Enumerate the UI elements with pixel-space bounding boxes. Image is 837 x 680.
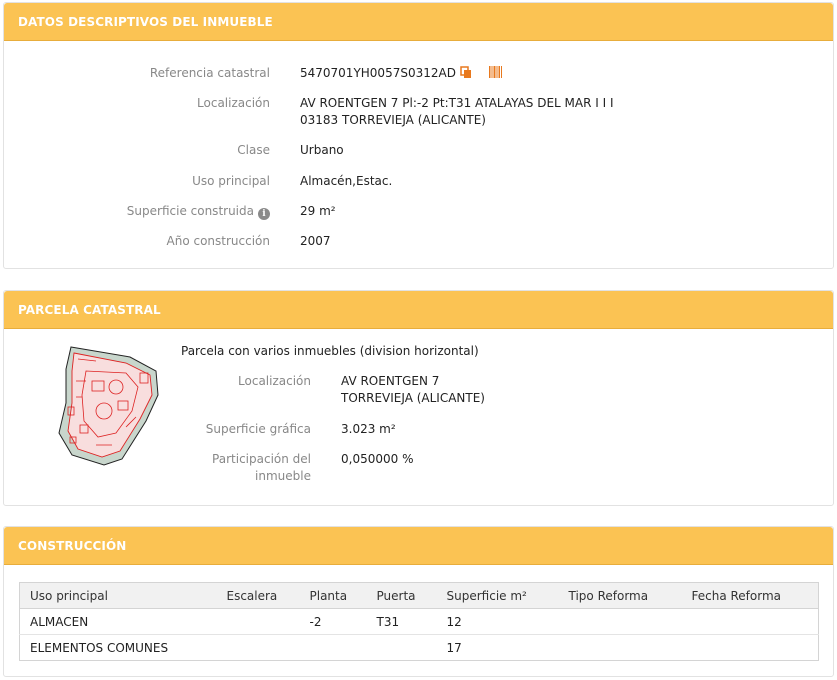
anio-construccion-value: 2007 [300, 234, 331, 248]
parcela-localizacion-label: Localización [238, 374, 311, 388]
datos-descriptivos-panel: DATOS DESCRIPTIVOS DEL INMUEBLE Referenc… [3, 2, 834, 269]
cell-tipo-reforma [559, 635, 682, 661]
construccion-header: CONSTRUCCIÓN [4, 527, 833, 565]
superficie-construida-value: 29 m² [300, 204, 336, 218]
superficie-grafica-label: Superficie gráfica [205, 422, 311, 436]
cell-tipo-reforma [558, 608, 682, 635]
construccion-panel: CONSTRUCCIÓN Uso principal Escalera Plan… [3, 526, 834, 677]
col-planta[interactable]: Planta [299, 582, 367, 609]
clase-value: Urbano [300, 143, 344, 157]
col-superficie[interactable]: Superficie m² [436, 582, 559, 609]
localizacion-line2: 03183 TORREVIEJA (ALICANTE) [300, 113, 486, 127]
col-puerta[interactable]: Puerta [366, 582, 437, 609]
col-fecha-reforma[interactable]: Fecha Reforma [681, 582, 819, 609]
col-uso-principal[interactable]: Uso principal [19, 582, 217, 609]
parcela-catastral-panel: PARCELA CATASTRAL Parcela con varios inm… [3, 290, 834, 506]
table-header-row: Uso principal Escalera Planta Puerta Sup… [19, 582, 819, 609]
parcela-catastral-header: PARCELA CATASTRAL [4, 291, 833, 329]
participacion-label-line1: Participación del [212, 452, 311, 466]
localizacion-label: Localización [197, 96, 270, 110]
parcel-map[interactable] [56, 341, 162, 467]
uso-principal-value: Almacén,Estac. [300, 174, 393, 188]
cell-escalera [217, 635, 300, 661]
clase-label: Clase [237, 143, 270, 157]
cell-fecha-reforma [682, 635, 819, 661]
cell-superficie: 17 [446, 640, 462, 655]
cell-planta: -2 [299, 608, 367, 635]
cell-escalera [216, 608, 300, 635]
barcode-icon[interactable] [489, 66, 502, 78]
cell-planta [300, 635, 367, 661]
parcela-heading: Parcela con varios inmuebles (division h… [181, 344, 479, 358]
localizacion-line1: AV ROENTGEN 7 Pl:-2 Pt:T31 ATALAYAS DEL … [300, 96, 614, 110]
col-escalera[interactable]: Escalera [216, 582, 300, 609]
ref-catastral-value[interactable]: 5470701YH0057S0312AD [300, 65, 456, 82]
cell-uso: ALMACEN [19, 608, 217, 635]
col-tipo-reforma[interactable]: Tipo Reforma [558, 582, 682, 609]
cell-uso: ELEMENTOS COMUNES [30, 640, 169, 655]
anio-construccion-label: Año construcción [166, 234, 271, 248]
participacion-label-line2: inmueble [255, 469, 311, 483]
cell-puerta [367, 635, 437, 661]
ref-catastral-label: Referencia catastral [149, 66, 270, 80]
cell-puerta: T31 [366, 608, 437, 635]
uso-principal-label: Uso principal [192, 174, 270, 188]
table-row: ELEMENTOS COMUNES 17 [20, 635, 819, 661]
parcela-localizacion-line2: TORREVIEJA (ALICANTE) [341, 391, 485, 405]
cell-fecha-reforma [681, 608, 819, 635]
datos-descriptivos-header: DATOS DESCRIPTIVOS DEL INMUEBLE [4, 3, 833, 41]
superficie-construida-label-wrap: Superficie construida i [64, 203, 270, 220]
superficie-grafica-value: 3.023 m² [341, 422, 396, 436]
parcela-localizacion-line1: AV ROENTGEN 7 [341, 374, 440, 388]
info-icon[interactable]: i [258, 208, 270, 220]
table-row: ALMACEN -2 T31 12 [19, 608, 819, 635]
cell-superficie: 12 [436, 608, 559, 635]
construccion-table: Uso principal Escalera Planta Puerta Sup… [19, 582, 819, 661]
participacion-value: 0,050000 % [341, 452, 414, 466]
superficie-construida-label: Superficie construida [126, 204, 254, 218]
copy-icon[interactable] [460, 66, 472, 79]
